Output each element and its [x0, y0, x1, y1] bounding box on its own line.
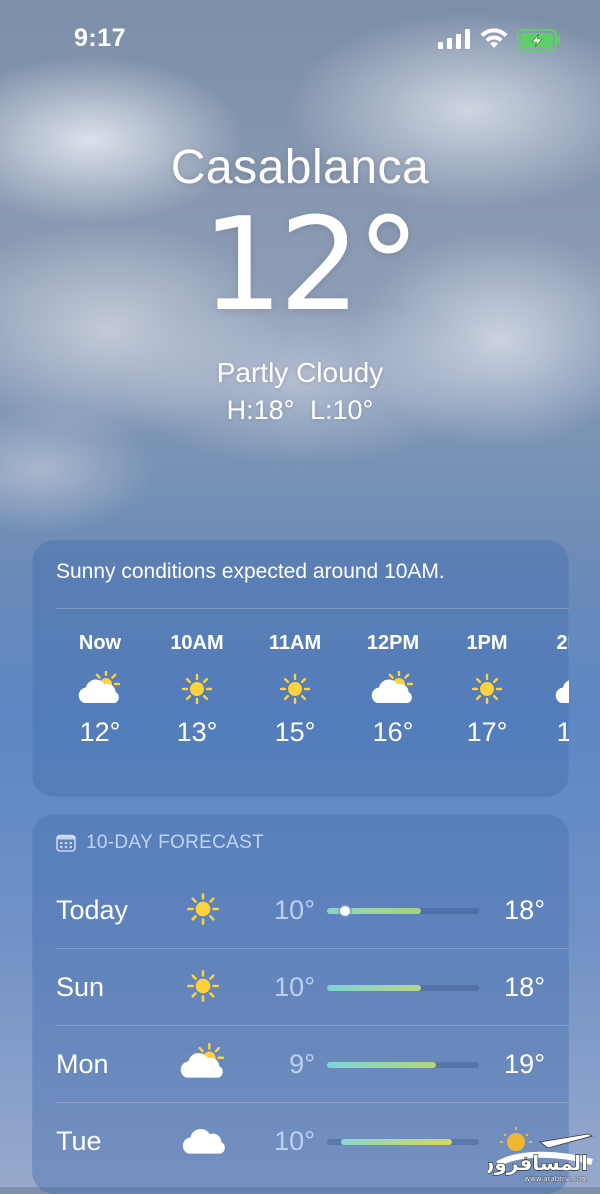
forecast-low: 9° — [289, 1049, 315, 1079]
status-time: 9:17 — [74, 24, 127, 52]
low-temp: L:10° — [310, 395, 374, 425]
forecast-high: 18° — [504, 972, 545, 1002]
svg-text:المسافرون: المسافرون — [488, 1151, 588, 1175]
divider — [56, 1025, 569, 1026]
hourly-item: Now 12° — [55, 632, 145, 748]
temperature-range-bar — [327, 985, 479, 991]
cloud-icon — [180, 1120, 226, 1160]
hourly-item: 10AM 13° — [152, 632, 242, 748]
hour-label: Now — [78, 632, 122, 654]
hourly-item: 2PM 18° — [532, 632, 569, 748]
hourly-item: 11AM 15° — [250, 632, 340, 748]
cellular-signal-icon — [438, 29, 470, 49]
forecast-high: 19° — [504, 1049, 545, 1079]
sun-icon — [465, 671, 509, 707]
hourly-summary: Sunny conditions expected around 10AM. — [56, 560, 445, 583]
divider — [56, 948, 569, 949]
hour-label: 2PM — [556, 632, 569, 654]
divider — [56, 608, 569, 609]
forecast-title: 10-DAY FORECAST — [86, 832, 265, 853]
condition-text: Partly Cloudy — [216, 357, 384, 388]
forecast-day: Tue — [56, 1126, 102, 1156]
sun-icon — [273, 671, 317, 707]
forecast-day: Mon — [56, 1049, 109, 1079]
forecast-day: Today — [56, 895, 129, 925]
partly-cloudy-icon — [78, 669, 122, 707]
wifi-icon — [480, 28, 508, 48]
forecast-low: 10° — [274, 895, 315, 925]
high-temp: H:18° — [226, 395, 295, 425]
forecast-high: 18° — [504, 895, 545, 925]
hour-temp: 18° — [556, 717, 569, 747]
hour-temp: 12° — [79, 717, 121, 747]
hourly-item: 12PM 16° — [348, 632, 438, 748]
partly-cloudy-icon — [555, 671, 569, 707]
city-name: Casablanca — [170, 141, 430, 194]
svg-text:www.arabtrvl.com: www.arabtrvl.com — [524, 1175, 588, 1183]
hour-temp: 15° — [274, 717, 316, 747]
forecast-header: 10-DAY FORECAST — [56, 832, 264, 854]
calendar-icon — [56, 834, 76, 852]
hourly-item: 1PM 17° — [442, 632, 532, 748]
hour-temp: 13° — [176, 717, 218, 747]
partly-cloudy-icon — [180, 1042, 226, 1083]
temperature-range-bar — [327, 1139, 479, 1145]
status-bar: 9:17 — [0, 0, 600, 80]
high-low: H:18° L:10° — [0, 395, 600, 426]
hour-label: 10AM — [170, 632, 224, 654]
temperature-range-fill — [340, 1139, 452, 1145]
temperature-wrap: 12° — [0, 201, 600, 341]
hourly-scroll[interactable]: Now 12° 10AM 13° 11AM 15° 12PM 16° 1PM 17° 2PM 18° — [32, 632, 569, 792]
forecast-row[interactable]: Today 10° 18° — [32, 871, 569, 948]
sun-icon — [175, 671, 219, 707]
sun-icon — [180, 966, 226, 1006]
temperature-range-fill — [327, 1062, 437, 1068]
sun-icon — [180, 889, 226, 929]
hour-label: 12PM — [366, 632, 420, 654]
battery-charging-icon — [517, 29, 560, 51]
arabtrvl-watermark-logo: المسافرون www.arabtrvl.com — [488, 1127, 594, 1183]
temperature-range-fill — [327, 985, 422, 991]
current-temperature: 12° — [201, 191, 421, 340]
forecast-low: 10° — [274, 1126, 315, 1156]
hour-label: 11AM — [268, 632, 322, 654]
hour-temp: 16° — [372, 717, 414, 747]
forecast-low: 10° — [274, 972, 315, 1002]
forecast-row[interactable]: Mon 9° 19° — [32, 1025, 569, 1102]
hourly-forecast-card[interactable]: Sunny conditions expected around 10AM. N… — [32, 540, 569, 797]
current-temp-marker — [340, 906, 351, 916]
forecast-day: Sun — [56, 972, 105, 1002]
hour-temp: 17° — [466, 717, 508, 747]
forecast-row[interactable]: Sun 10° 18° — [32, 948, 569, 1025]
divider — [56, 1102, 569, 1103]
current-weather: Casablanca 12° Partly Cloudy H:18° L:10° — [0, 140, 600, 426]
temperature-range-bar — [327, 1062, 479, 1068]
hour-label: 1PM — [466, 632, 508, 654]
temperature-range-bar — [327, 906, 479, 916]
partly-cloudy-icon — [371, 669, 415, 707]
